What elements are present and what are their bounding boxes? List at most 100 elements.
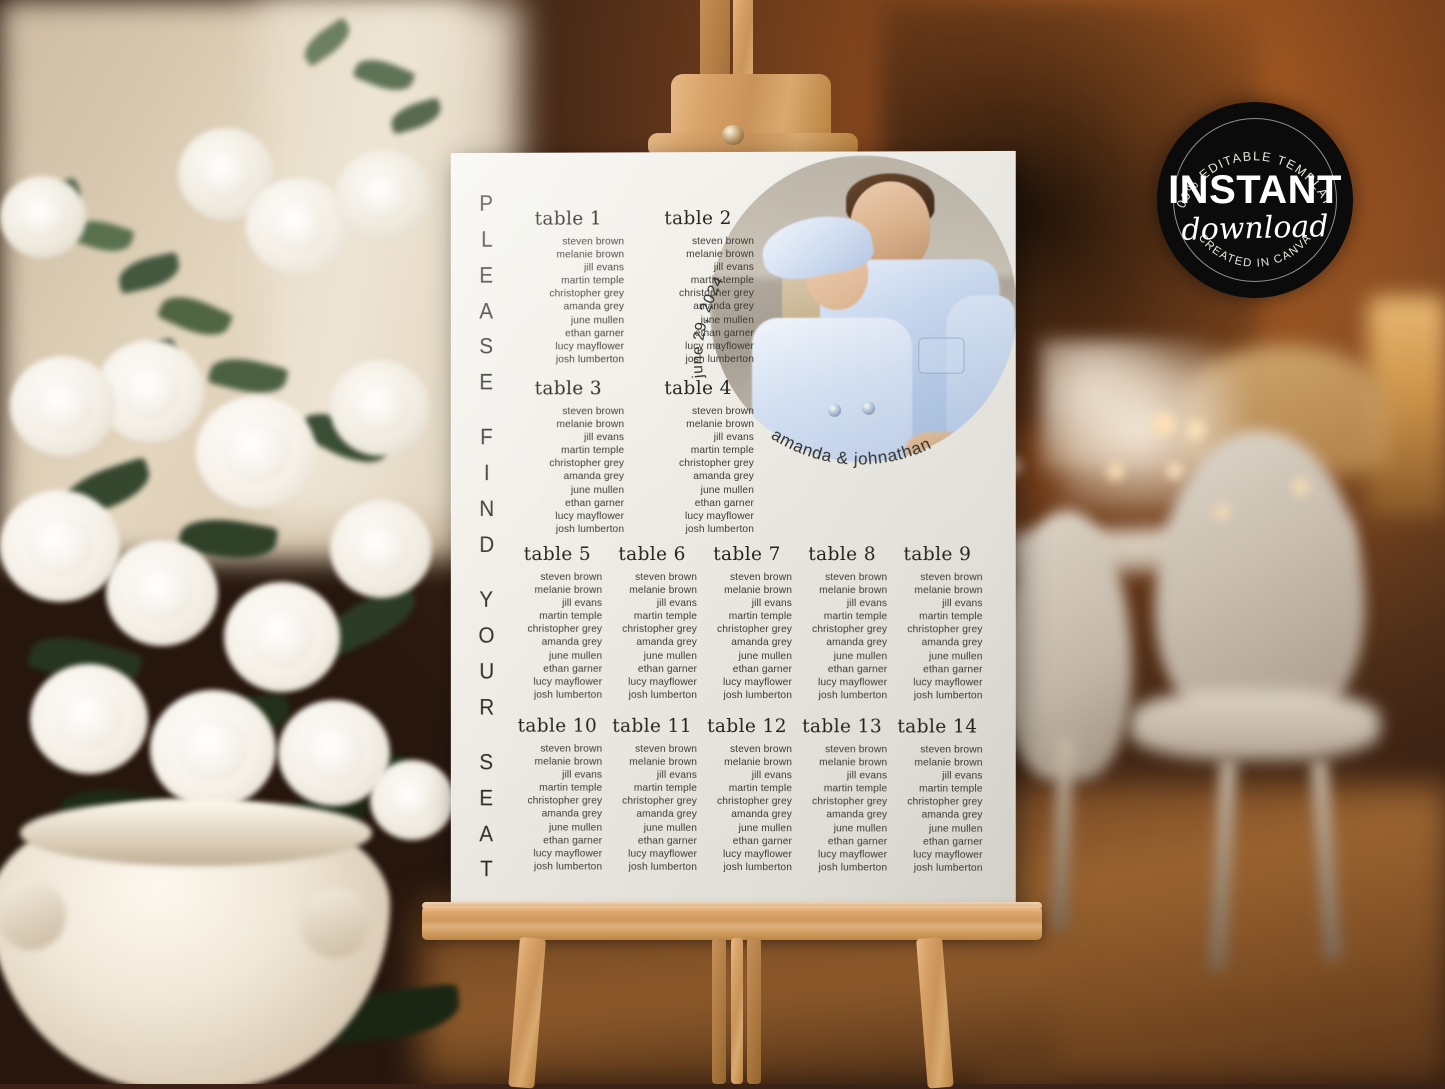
guest-name: christopher grey — [679, 288, 755, 300]
guest-name: martin temple — [539, 611, 603, 623]
table-heading: table 8 — [808, 543, 876, 566]
guest-name: june mullen — [570, 314, 625, 326]
guest-name: ethan garner — [923, 836, 983, 848]
guest-name: josh lumberton — [723, 861, 793, 874]
table-column: table 7 steven brown melanie brown jill eva… — [702, 544, 792, 702]
table-group-b: table 3 steven brown melanie brown jill eva… — [513, 378, 754, 536]
title-letter: E — [479, 785, 494, 811]
guest-name: melanie brown — [534, 756, 603, 768]
guest-name: steven brown — [691, 235, 755, 248]
table-group-d: table 10 steven brown melanie brown jill ev… — [513, 715, 983, 875]
table-column: table 14 steven brown melanie brown jill ev… — [892, 716, 982, 875]
guest-name: josh lumberton — [818, 862, 888, 874]
guest-name: martin temple — [728, 611, 793, 623]
easel-ledge — [422, 906, 1042, 940]
guest-name: christopher grey — [812, 624, 888, 636]
guest-name: ethan garner — [732, 835, 793, 847]
title-letter: A — [479, 298, 494, 324]
guest-name: steven brown — [729, 743, 793, 756]
seating-chart-poster[interactable]: P L E A S E F I N D Y O U R S E A T june… — [450, 150, 1016, 911]
table-column: table 1 steven brown melanie brown jill eva… — [513, 208, 625, 366]
guest-name: jill evans — [562, 598, 603, 610]
guest-name: june mullen — [738, 650, 793, 662]
guest-name: steven brown — [540, 743, 603, 755]
guest-name: jill evans — [583, 432, 625, 444]
easel-center-post-c — [747, 938, 761, 1084]
table-heading: table 9 — [903, 543, 972, 566]
guest-name: steven brown — [920, 744, 983, 756]
guest-name: june mullen — [643, 650, 698, 662]
guest-name: jill evans — [562, 769, 603, 781]
table-heading: table 1 — [534, 208, 603, 230]
guest-name: josh lumberton — [533, 861, 603, 873]
table-heading: table 4 — [664, 377, 732, 400]
guest-name: josh lumberton — [555, 523, 625, 535]
guest-name: june mullen — [700, 314, 755, 326]
guest-name: christopher grey — [717, 796, 793, 808]
table-column: table 4 steven brown melanie brown jill eva… — [642, 378, 754, 536]
title-letter: S — [479, 749, 494, 775]
guest-name: amanda grey — [541, 808, 603, 821]
guest-name: amanda grey — [921, 637, 983, 649]
guest-name: josh lumberton — [628, 689, 698, 701]
guest-name: melanie brown — [556, 249, 625, 261]
couple-names-text: amanda & johnathan — [768, 425, 934, 469]
guest-name: melanie brown — [914, 585, 983, 597]
guest-name: lucy mayflower — [628, 676, 698, 688]
guest-name: josh lumberton — [913, 862, 983, 874]
title-letter: Y — [479, 586, 494, 612]
table-group-c: table 5 steven brown melanie brown jill eva… — [513, 544, 983, 702]
guest-name: ethan garner — [543, 663, 603, 675]
table-heading: table 5 — [523, 543, 592, 566]
title-letter: I — [483, 460, 490, 486]
guest-name: melanie brown — [819, 585, 888, 597]
guest-name: jill evans — [942, 598, 983, 610]
table-heading: table 6 — [618, 543, 686, 566]
table-heading: table 3 — [534, 377, 603, 400]
guest-name: martin temple — [823, 611, 888, 623]
guest-name: martin temple — [919, 783, 983, 795]
guest-name: steven brown — [562, 406, 625, 418]
guest-name: ethan garner — [694, 497, 755, 509]
guest-name: amanda grey — [826, 637, 888, 649]
table-column: table 12 steven brown melanie brown jill ev… — [702, 716, 792, 874]
couple-names: amanda & johnathan — [768, 425, 934, 469]
guest-name: jill evans — [713, 262, 755, 274]
guest-name: steven brown — [540, 571, 603, 583]
title-letter: S — [479, 333, 494, 359]
guest-name: ethan garner — [565, 327, 625, 339]
easel-center-post-a — [712, 938, 726, 1084]
guest-name: martin temple — [690, 445, 755, 457]
guest-name: jill evans — [656, 598, 698, 610]
guest-name: steven brown — [562, 236, 625, 248]
guest-name: christopher grey — [907, 624, 983, 636]
guest-name: josh lumberton — [555, 354, 625, 366]
guest-name: steven brown — [635, 571, 698, 583]
guest-name: june mullen — [833, 822, 888, 835]
guest-name: june mullen — [548, 650, 603, 662]
table-column: table 9 steven brown melanie brown jill eva… — [892, 544, 982, 702]
guest-name: martin temple — [539, 782, 603, 794]
guest-name: josh lumberton — [913, 690, 983, 702]
guest-name: amanda grey — [563, 301, 625, 313]
guest-name: june mullen — [928, 650, 983, 662]
table-column: table 11 steven brown melanie brown jill ev… — [607, 716, 697, 874]
guest-name: ethan garner — [732, 663, 793, 675]
guest-name: lucy mayflower — [555, 510, 625, 522]
title-letter: P — [479, 190, 494, 216]
title-letter: N — [479, 496, 495, 522]
guest-name: lucy mayflower — [555, 340, 625, 353]
guest-name: melanie brown — [914, 757, 983, 769]
guest-name: jill evans — [656, 770, 698, 782]
guest-name: lucy mayflower — [817, 676, 888, 688]
guest-name: melanie brown — [819, 757, 888, 769]
guest-name: jill evans — [713, 432, 755, 444]
guest-name: melanie brown — [534, 584, 603, 597]
guest-name: ethan garner — [827, 835, 888, 848]
guest-name: martin temple — [633, 783, 698, 795]
page-title-vertical: P L E A S E F I N D Y O U R S E A T — [467, 190, 507, 882]
guest-name: amanda grey — [921, 810, 983, 822]
title-letter: U — [479, 658, 495, 684]
guest-name: christopher grey — [527, 795, 603, 808]
title-letter: F — [480, 424, 493, 450]
